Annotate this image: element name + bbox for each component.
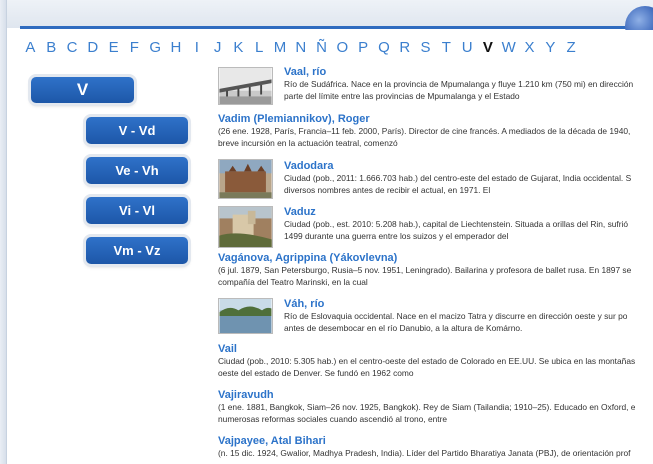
list-item: Vajpayee, Atal Bihari (n. 15 dic. 1924, …: [218, 435, 653, 460]
alphabet-letter[interactable]: Y: [540, 38, 561, 58]
range-button-ve-vh[interactable]: Ve - Vh: [86, 157, 188, 184]
alphabet-letter[interactable]: J: [207, 38, 228, 58]
entry-title[interactable]: Vail: [218, 343, 653, 356]
alphabet-letter[interactable]: K: [228, 38, 249, 58]
entry-title[interactable]: Vadodara: [284, 160, 653, 173]
alphabet-letter[interactable]: R: [394, 38, 415, 58]
entry-title[interactable]: Vagánova, Agrippina (Yákovlevna): [218, 252, 653, 265]
alphabet-letter[interactable]: M: [270, 38, 291, 58]
entry-snippet: (6 jul. 1879, San Petersburgo, Rusia–5 n…: [218, 265, 632, 275]
alphabet-letter[interactable]: Q: [374, 38, 395, 58]
entry-snippet: Ciudad (pob., 2011: 1.666.703 hab.) del …: [284, 173, 632, 183]
entry-title[interactable]: Vaduz: [284, 206, 653, 219]
alphabet-letter[interactable]: C: [62, 38, 83, 58]
range-button-vm-vz[interactable]: Vm - Vz: [86, 237, 188, 264]
entry-snippet: compañía del Teatro Marinski, en la cual: [218, 276, 368, 287]
entry-title[interactable]: Vajiravudh: [218, 389, 653, 402]
list-item: Vadim (Plemiannikov), Roger (26 ene. 192…: [218, 113, 653, 149]
entry-snippet: 1499 durante una guerra entre los suizos…: [284, 230, 509, 241]
range-button-v-vd[interactable]: V - Vd: [86, 117, 188, 144]
alphabet-letter[interactable]: X: [519, 38, 540, 58]
alphabet-letter[interactable]: D: [82, 38, 103, 58]
list-item: Vajiravudh (1 ene. 1881, Bangkok, Siam–2…: [218, 389, 653, 425]
entry-snippet: numerosas reformas sociales cuando ascen…: [218, 413, 448, 424]
entry-snippet: Río de Sudáfrica. Nace en la provincia d…: [284, 79, 634, 89]
alphabet-letter[interactable]: P: [353, 38, 374, 58]
window-left-frame: [0, 0, 7, 464]
alphabet-letter[interactable]: E: [103, 38, 124, 58]
entry-snippet: Ciudad (pob., 2010: 5.305 hab.) en el ce…: [218, 356, 636, 366]
alphabet-letter[interactable]: T: [436, 38, 457, 58]
list-item: Vail Ciudad (pob., 2010: 5.305 hab.) en …: [218, 343, 653, 379]
entry-snippet: (1 ene. 1881, Bangkok, Siam–26 nov. 1925…: [218, 402, 636, 412]
alphabet-letter[interactable]: U: [457, 38, 478, 58]
alphabet-letter[interactable]: I: [186, 38, 207, 58]
entry-title[interactable]: Vaal, río: [284, 66, 653, 79]
entry-snippet: breve incursión en la actuación teatral,…: [218, 137, 398, 148]
entry-title[interactable]: Vadim (Plemiannikov), Roger: [218, 113, 653, 126]
alphabet-letter[interactable]: Z: [561, 38, 582, 58]
list-item: Vaal, río Río de Sudáfrica. Nace en la p…: [218, 66, 653, 105]
range-button-vi-vl[interactable]: Vi - Vl: [86, 197, 188, 224]
entry-snippet: (26 ene. 1928, París, Francia–11 feb. 20…: [218, 126, 631, 136]
alphabet-letter[interactable]: H: [166, 38, 187, 58]
alphabet-letter[interactable]: B: [41, 38, 62, 58]
alphabet-letter[interactable]: W: [498, 38, 519, 58]
list-item: Vadodara Ciudad (pob., 2011: 1.666.703 h…: [218, 159, 653, 199]
entry-snippet: Ciudad (pob., est. 2010: 5.208 hab.), ca…: [284, 219, 629, 229]
lake-photo: [218, 298, 273, 334]
list-item: Vagánova, Agrippina (Yákovlevna) (6 jul.…: [218, 252, 653, 288]
entry-title[interactable]: Váh, río: [284, 298, 653, 311]
alphabet-letter[interactable]: S: [415, 38, 436, 58]
castle-photo: [218, 206, 273, 248]
letter-v-button[interactable]: V: [31, 77, 134, 103]
top-accent-bar: [20, 26, 653, 29]
entry-snippet: (n. 15 dic. 1924, Gwalior, Madhya Prades…: [218, 448, 631, 458]
entry-snippet: antes de desembocar en el río Danubio, a…: [284, 322, 523, 333]
alphabet-letter[interactable]: A: [20, 38, 41, 58]
entry-snippet: parte del límite entre las provincias de…: [284, 90, 520, 101]
alphabet-letter[interactable]: L: [249, 38, 270, 58]
alphabet-letter[interactable]: V: [478, 38, 499, 58]
window-top-frame: [0, 0, 653, 28]
alphabet-letter[interactable]: F: [124, 38, 145, 58]
palace-photo: [218, 159, 273, 199]
alphabet-letter[interactable]: Ñ: [311, 38, 332, 58]
entry-snippet: diversos nombres antes de recibir el act…: [284, 184, 491, 195]
alphabet-letter[interactable]: O: [332, 38, 353, 58]
river-bridge-photo: [218, 67, 273, 105]
alphabet-nav: ABCDEFGHIJKLMNÑOPQRSTUVWXYZ: [20, 38, 582, 58]
list-item: Váh, río Río de Eslovaquia occidental. N…: [218, 298, 653, 334]
entry-snippet: oeste del estado de Denver. Se fundó en …: [218, 367, 414, 378]
alphabet-letter[interactable]: N: [290, 38, 311, 58]
entry-title[interactable]: Vajpayee, Atal Bihari: [218, 435, 653, 448]
alphabet-letter[interactable]: G: [145, 38, 166, 58]
entry-snippet: Río de Eslovaquia occidental. Nace en el…: [284, 311, 628, 321]
list-item: Vaduz Ciudad (pob., est. 2010: 5.208 hab…: [218, 206, 653, 248]
